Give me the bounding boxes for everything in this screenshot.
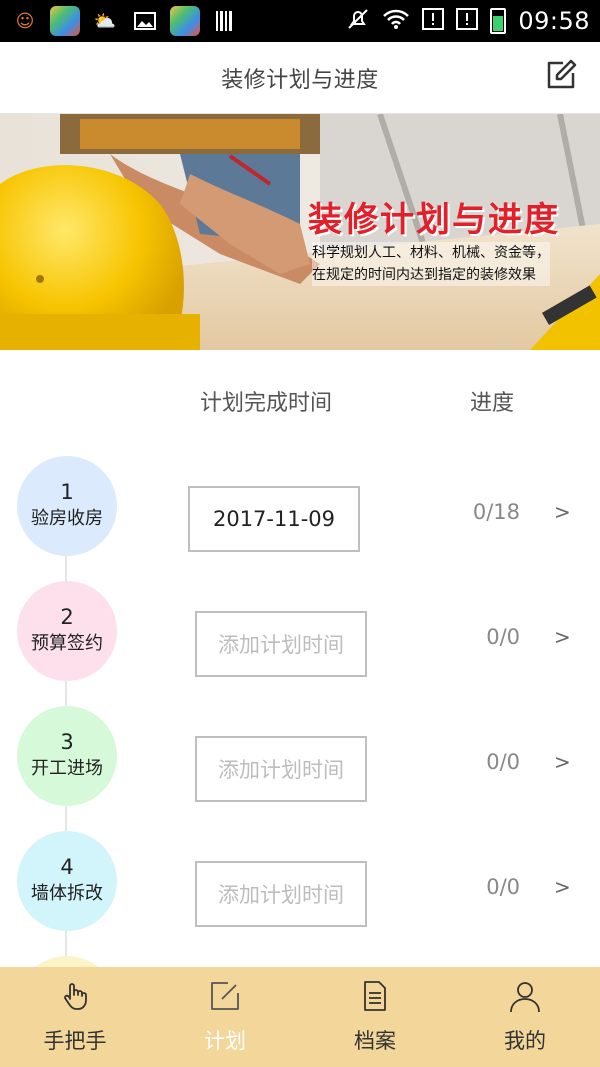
- chevron-right-icon[interactable]: >: [554, 625, 571, 649]
- step-progress: 0/0: [486, 875, 520, 899]
- plan-step[interactable]: 1 验房收房 2017-11-09 0/18 >: [0, 456, 600, 566]
- chevron-right-icon[interactable]: >: [554, 500, 571, 524]
- hand-pointer-icon: [64, 983, 87, 1010]
- step-badge: 4 墙体拆改: [17, 831, 117, 931]
- mute-icon: [346, 7, 370, 35]
- alert-icon: [456, 8, 479, 34]
- banner-title: 装修计划与进度: [308, 200, 560, 240]
- plan-date-button[interactable]: 2017-11-09: [188, 486, 360, 552]
- plan-step[interactable]: 3 开工进场 添加计划时间 0/0 >: [0, 706, 600, 816]
- chevron-right-icon[interactable]: >: [554, 875, 571, 899]
- nav-label: 计划: [204, 1029, 246, 1053]
- user-icon: [510, 982, 540, 1013]
- step-number: 1: [60, 480, 74, 504]
- column-header-progress: 进度: [470, 391, 515, 416]
- wifi-icon: [382, 8, 410, 34]
- edit-icon: [547, 59, 577, 89]
- step-name: 验房收房: [31, 508, 103, 529]
- step-name: 预算签约: [31, 633, 103, 654]
- edit-button[interactable]: [540, 54, 582, 96]
- app-notification-icon: [170, 6, 200, 36]
- smiley-notification-icon: ☺: [15, 10, 35, 32]
- nav-label: 档案: [354, 1029, 396, 1053]
- nav-item-archive[interactable]: 档案: [300, 967, 450, 1067]
- banner-subtitle: 科学规划人工、材料、机械、资金等， 在规定的时间内达到指定的装修效果: [312, 242, 550, 286]
- banner-subtitle-line: 在规定的时间内达到指定的装修效果: [312, 267, 536, 283]
- page-title: 装修计划与进度: [221, 67, 379, 93]
- add-plan-date-button[interactable]: 添加计划时间: [195, 861, 367, 927]
- chevron-right-icon[interactable]: >: [554, 750, 571, 774]
- step-name: 开工进场: [31, 758, 103, 779]
- nav-label: 手把手: [43, 1029, 107, 1053]
- step-progress: 0/18: [472, 500, 520, 524]
- nav-item-mine[interactable]: 我的: [450, 967, 600, 1067]
- gallery-icon: [130, 6, 160, 36]
- plan-step[interactable]: 4 墙体拆改 添加计划时间 0/0 >: [0, 831, 600, 941]
- document-icon: [364, 981, 386, 1011]
- banner-subtitle-line: 科学规划人工、材料、机械、资金等，: [312, 245, 550, 261]
- step-badge: 1 验房收房: [17, 456, 117, 556]
- nav-item-hand[interactable]: 手把手: [0, 967, 150, 1067]
- step-number: 4: [60, 855, 74, 879]
- battery-icon: [490, 8, 507, 34]
- nav-item-plan[interactable]: 计划: [150, 967, 300, 1067]
- calendar-edit-icon: [211, 982, 239, 1010]
- add-plan-date-button[interactable]: 添加计划时间: [195, 611, 367, 677]
- weather-icon: ⛅: [93, 10, 117, 32]
- column-header-plan-time: 计划完成时间: [200, 391, 333, 416]
- step-badge: 2 预算签约: [17, 581, 117, 681]
- step-number: 2: [60, 605, 74, 629]
- status-bar: ☺ ⛅ 09:58: [0, 0, 600, 42]
- step-progress: 0/0: [486, 625, 520, 649]
- step-number: 3: [60, 730, 74, 754]
- banner[interactable]: 装修计划与进度 科学规划人工、材料、机械、资金等， 在规定的时间内达到指定的装修…: [0, 114, 600, 350]
- alert-icon: [422, 8, 445, 34]
- step-badge: 3 开工进场: [17, 706, 117, 806]
- plan-step[interactable]: 2 预算签约 添加计划时间 0/0 >: [0, 581, 600, 691]
- bottom-navigation: 手把手 计划 档案 我的: [0, 967, 600, 1067]
- nav-label: 我的: [504, 1029, 546, 1053]
- top-app-bar: 装修计划与进度: [0, 42, 600, 114]
- step-progress: 0/0: [486, 750, 520, 774]
- add-plan-date-button[interactable]: 添加计划时间: [195, 736, 367, 802]
- barcode-icon: [210, 6, 240, 36]
- step-name: 墙体拆改: [31, 883, 103, 904]
- status-time: 09:58: [518, 7, 590, 35]
- app-notification-icon: [50, 6, 80, 36]
